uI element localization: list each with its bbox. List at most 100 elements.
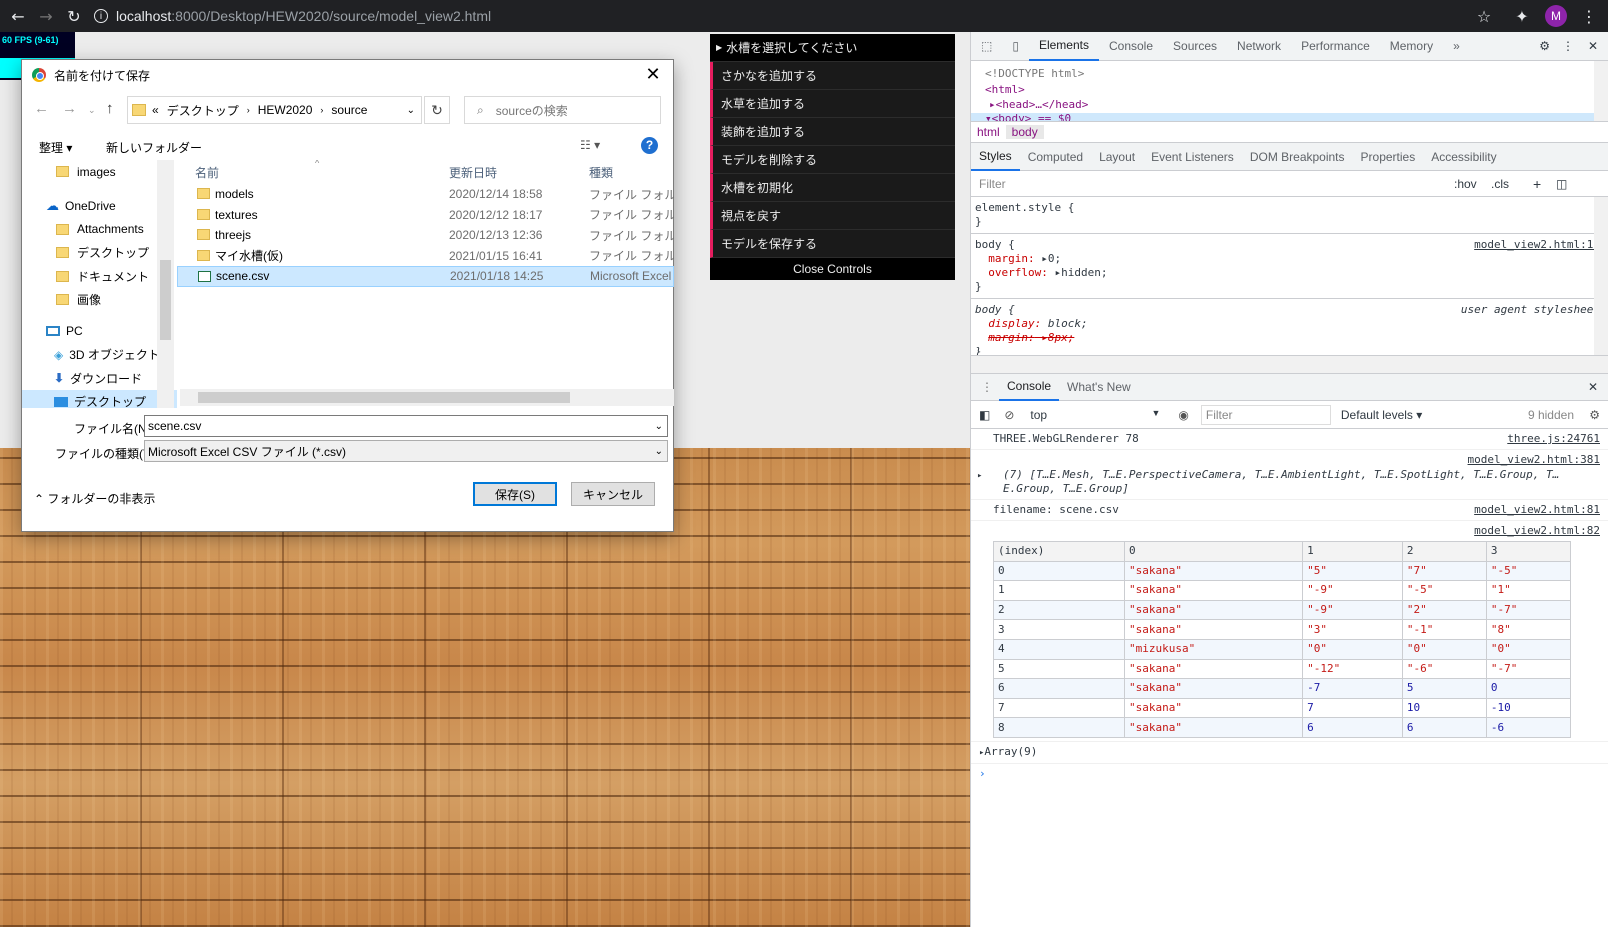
filetype-select[interactable]: Microsoft Excel CSV ファイル (*.csv) ⌄ — [144, 440, 668, 462]
sidebar-item-pc[interactable]: PC — [22, 320, 177, 344]
menu-kebab-icon[interactable]: ⋮ — [1575, 2, 1603, 30]
control-delete-model[interactable]: モデルを削除する — [710, 146, 955, 174]
tab-styles[interactable]: Styles — [971, 143, 1020, 171]
chevron-down-icon[interactable]: ⌄ — [655, 446, 663, 457]
organize-button[interactable]: 整理 ▾ — [39, 139, 72, 156]
more-tabs-icon[interactable]: » — [1443, 32, 1470, 61]
gear-icon[interactable]: ⚙ — [1589, 408, 1600, 422]
tab-layout[interactable]: Layout — [1091, 150, 1143, 164]
source-link[interactable]: model_view2.html:81 — [1474, 503, 1600, 517]
recent-chevron-icon[interactable]: ⌄ — [88, 105, 96, 116]
tab-memory[interactable]: Memory — [1380, 32, 1443, 61]
tab-sources[interactable]: Sources — [1163, 32, 1227, 61]
dom-html[interactable]: <html> — [971, 83, 1608, 97]
drawer-tab-console[interactable]: Console — [999, 373, 1060, 401]
table-header[interactable]: 3 — [1485, 541, 1572, 562]
tab-dom-breakpoints[interactable]: DOM Breakpoints — [1242, 150, 1353, 164]
rule-body-ua[interactable]: body {user agent stylesheet display: blo… — [971, 299, 1608, 355]
tab-event-listeners[interactable]: Event Listeners — [1143, 150, 1242, 164]
kebab-icon[interactable]: ⋮ — [1562, 39, 1574, 53]
table-header[interactable]: 1 — [1302, 541, 1403, 562]
new-folder-button[interactable]: 新しいフォルダー — [106, 139, 202, 156]
sidebar-item-onedrive[interactable]: ☁ OneDrive — [22, 194, 177, 218]
forward-icon[interactable]: → — [32, 2, 60, 30]
tank-select-folder[interactable]: ▶ 水槽を選択してください — [710, 34, 955, 62]
close-controls-button[interactable]: Close Controls — [710, 258, 955, 280]
source-link[interactable]: three.js:24761 — [1507, 432, 1600, 446]
avatar[interactable]: M — [1545, 5, 1567, 27]
table-header[interactable]: (index) — [992, 541, 1126, 562]
sidebar-item-pictures[interactable]: 画像 — [22, 288, 177, 312]
source-link[interactable]: model_view2.html:82 — [1474, 524, 1600, 538]
sidebar-item-desktop[interactable]: デスクトップ — [22, 241, 177, 265]
drawer-menu-icon[interactable]: ⋮ — [981, 380, 993, 394]
dom-scrollbar[interactable] — [1594, 61, 1608, 121]
help-icon[interactable]: ? — [641, 137, 658, 154]
tab-performance[interactable]: Performance — [1291, 32, 1380, 61]
breadcrumb-overflow[interactable]: « — [152, 103, 159, 117]
sidebar-item-downloads[interactable]: ⬇ ダウンロード — [22, 367, 177, 391]
control-save-model[interactable]: モデルを保存する — [710, 230, 955, 258]
cancel-button[interactable]: キャンセル — [571, 482, 655, 506]
rule-element-style[interactable]: element.style {} — [971, 197, 1608, 234]
tab-properties[interactable]: Properties — [1353, 150, 1424, 164]
sidebar-item-images[interactable]: images — [22, 160, 177, 184]
file-row[interactable]: マイ水槽(仮)2021/01/15 16:41ファイル フォルダー — [177, 246, 674, 267]
column-type[interactable]: 種類 — [589, 164, 613, 181]
file-row[interactable]: textures2020/12/12 18:17ファイル フォルダー — [177, 205, 674, 226]
breadcrumb-desktop[interactable]: デスクトップ — [167, 102, 239, 119]
close-drawer-icon[interactable]: ✕ — [1588, 380, 1598, 394]
search-input[interactable]: ⌕ sourceの検索 — [464, 96, 661, 124]
address-bar[interactable]: i localhost:8000/Desktop/HEW2020/source/… — [94, 2, 1454, 30]
table-header[interactable]: 0 — [1124, 541, 1304, 562]
control-add-fish[interactable]: さかなを追加する — [710, 62, 955, 90]
sidebar-toggle-icon[interactable]: ◫ — [1556, 177, 1567, 191]
tab-network[interactable]: Network — [1227, 32, 1291, 61]
path-breadcrumb[interactable]: « デスクトップ › HEW2020 › source ⌄ — [127, 96, 422, 124]
control-reset-tank[interactable]: 水槽を初期化 — [710, 174, 955, 202]
info-icon[interactable]: i — [94, 9, 108, 23]
device-toggle-icon[interactable]: ▯ — [1002, 32, 1029, 61]
tab-computed[interactable]: Computed — [1020, 150, 1091, 164]
console-prompt[interactable]: › — [971, 764, 1608, 784]
tab-accessibility[interactable]: Accessibility — [1423, 150, 1504, 164]
refresh-icon[interactable]: ↻ — [424, 96, 450, 124]
back-arrow-icon[interactable]: ← — [34, 100, 49, 117]
sidebar-item-desktop-pc[interactable]: デスクトップ — [22, 390, 177, 408]
up-arrow-icon[interactable]: ↑ — [106, 100, 114, 117]
bookmark-star-icon[interactable]: ☆ — [1470, 2, 1498, 30]
close-icon[interactable]: ✕ — [641, 64, 665, 85]
console-message[interactable]: model_view2.html:381 ▸ (7) [T…E.Mesh, T…… — [971, 450, 1608, 500]
file-row-selected[interactable]: scene.csv 2021/01/18 14:25 Microsoft Excel — [177, 266, 674, 287]
sidebar-item-attachments[interactable]: Attachments — [22, 218, 177, 242]
sidebar-toggle-icon[interactable]: ◧ — [979, 408, 990, 422]
levels-select[interactable]: Default levels ▾ — [1341, 408, 1422, 422]
hov-toggle[interactable]: :hov — [1454, 177, 1477, 191]
dom-body[interactable]: ▾<body> == $0 — [971, 113, 1608, 121]
crumb-body[interactable]: body — [1005, 125, 1044, 139]
drawer-tab-whats-new[interactable]: What's New — [1059, 380, 1139, 394]
extensions-icon[interactable]: ✦ — [1508, 2, 1536, 30]
styles-scrollbar[interactable] — [1594, 197, 1608, 355]
control-add-waterweed[interactable]: 水草を追加する — [710, 90, 955, 118]
filename-field[interactable]: scene.csv ⌄ — [144, 415, 668, 437]
reload-icon[interactable]: ↻ — [60, 2, 88, 30]
dom-tree[interactable]: <!DOCTYPE html> <html> ▸<head>…</head> ▾… — [971, 61, 1608, 121]
control-add-decoration[interactable]: 装飾を追加する — [710, 118, 955, 146]
chevron-down-icon[interactable]: ⌄ — [407, 105, 415, 116]
breadcrumb-source[interactable]: source — [331, 103, 367, 117]
console-message[interactable]: filename: scene.csv model_view2.html:81 — [971, 500, 1608, 521]
tab-elements[interactable]: Elements — [1028, 32, 1099, 61]
context-select[interactable]: top ▼ — [1030, 408, 1160, 422]
source-link[interactable]: model_view2.html:381 — [1468, 453, 1600, 467]
console-table-message[interactable]: model_view2.html:82 (index) 0 1 2 3 0 "sa… — [971, 521, 1608, 742]
back-icon[interactable]: ← — [4, 2, 32, 30]
rule-body-author[interactable]: body {model_view2.html:12 margin: ▸0; ov… — [971, 234, 1608, 299]
array-summary[interactable]: ▸Array(9) — [971, 742, 1608, 764]
file-row[interactable]: models2020/12/14 18:58ファイル フォルダー — [177, 184, 674, 205]
chevron-down-icon[interactable]: ⌄ — [655, 421, 663, 432]
save-button[interactable]: 保存(S) — [473, 482, 557, 506]
close-icon[interactable]: ✕ — [1588, 39, 1598, 53]
inspect-icon[interactable]: ⬚ — [971, 32, 1002, 61]
sidebar-item-3d-objects[interactable]: ◈ 3D オブジェクト — [22, 343, 177, 367]
